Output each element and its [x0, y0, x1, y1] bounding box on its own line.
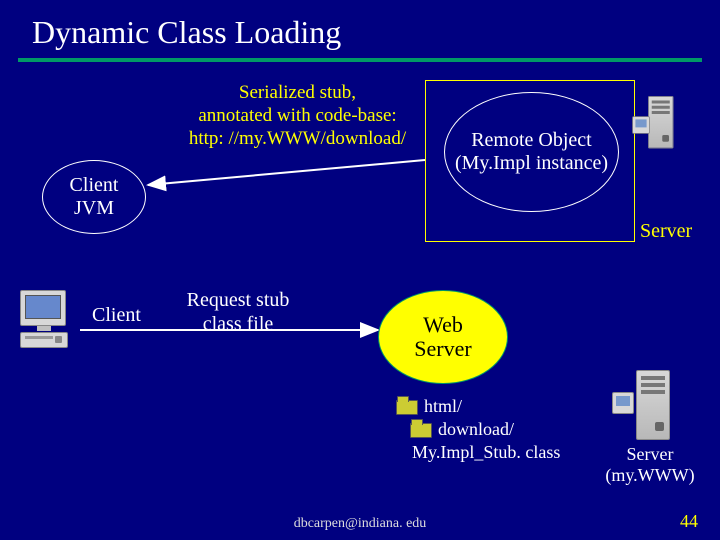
- title-underline: [18, 58, 702, 62]
- folder-icon-html: [396, 400, 418, 415]
- slide-title: Dynamic Class Loading: [32, 14, 341, 51]
- remote-object-ellipse: Remote Object (My.Impl instance): [444, 92, 619, 212]
- server-container-label: Server: [640, 220, 692, 243]
- remote-object-line2: (My.Impl instance): [455, 152, 608, 174]
- server-machine-label: Server (my.WWW): [600, 444, 700, 485]
- web-server-text: Web Server: [414, 313, 471, 361]
- request-stub-label: Request stub class file: [178, 288, 298, 336]
- request-line1: Request stub: [187, 289, 290, 311]
- client-jvm-ellipse: Client JVM: [42, 160, 146, 234]
- folder-icon-download: [410, 423, 432, 438]
- annotation-line2: annotated with code-base:: [198, 105, 396, 126]
- server-tower-icon: [636, 370, 670, 440]
- client-pc-icon: [20, 290, 68, 348]
- footer-email: dbcarpen@indiana. edu: [0, 516, 720, 532]
- client-jvm-line1: Client: [70, 174, 119, 196]
- server-monitor-icon: [612, 392, 634, 414]
- remote-object-text: Remote Object (My.Impl instance): [455, 129, 608, 175]
- annotation-line1: Serialized stub,: [239, 82, 356, 103]
- annotation-line3: http: //my.WWW/download/: [189, 128, 406, 149]
- server-machine-line2: (my.WWW): [605, 465, 694, 485]
- server-top-monitor-icon: [632, 116, 650, 134]
- client-jvm-line2: JVM: [74, 197, 114, 219]
- server-machine-line1: Server: [627, 444, 674, 464]
- server-top-icon: [648, 96, 674, 149]
- web-server-line1: Web: [423, 312, 463, 337]
- remote-object-line1: Remote Object: [471, 129, 592, 151]
- request-line2: class file: [203, 313, 274, 335]
- client-label: Client: [92, 304, 141, 327]
- slide-number: 44: [680, 511, 698, 532]
- web-server-line2: Server: [414, 336, 471, 361]
- client-jvm-text: Client JVM: [70, 174, 119, 220]
- folder-label-html: html/: [424, 396, 462, 417]
- folder-label-download: download/: [438, 419, 514, 440]
- serialized-stub-annotation: Serialized stub, annotated with code-bas…: [180, 82, 415, 150]
- stub-class-file-label: My.Impl_Stub. class: [412, 442, 560, 463]
- web-server-ellipse: Web Server: [378, 290, 508, 384]
